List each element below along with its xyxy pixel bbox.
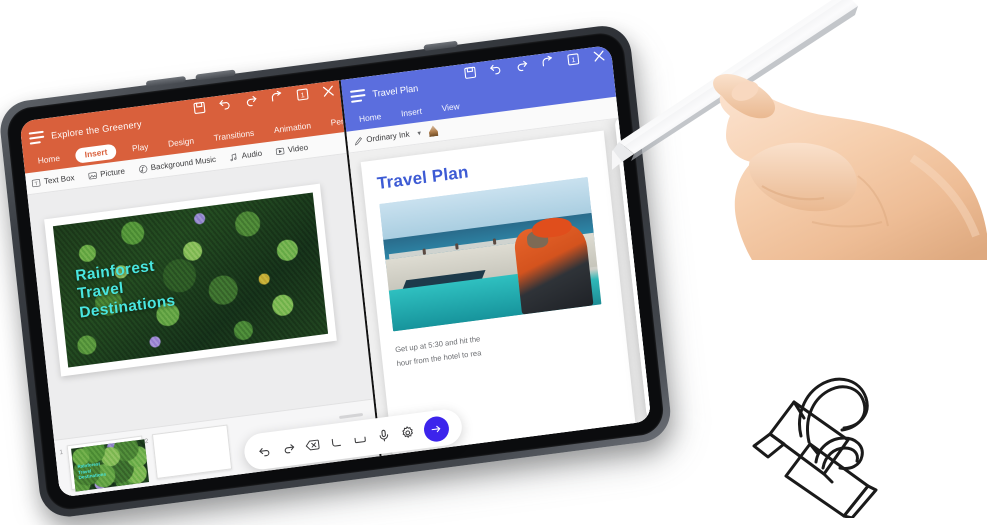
audio-icon [230,152,237,161]
ink-color-icon[interactable] [428,125,438,137]
tab-insert[interactable]: Insert [74,143,118,164]
page-view-icon[interactable]: 1 [565,51,581,68]
ribbon-text-box[interactable]: T Text Box [31,173,75,189]
document-app-window: Travel Plan 1 Home Insert View Ordinary … [338,44,652,457]
presentation-header-actions: 1 [191,83,336,117]
slide-thumbnail-1[interactable]: 1 Rainforest Travel Destinations [59,435,150,492]
tab-design[interactable]: Design [163,133,198,151]
svg-text:1: 1 [571,57,576,64]
undo-icon[interactable] [488,61,504,78]
tab-animation[interactable]: Animation [269,118,315,138]
chevron-down-icon[interactable]: ▾ [417,129,421,137]
svg-text:1: 1 [300,92,305,99]
tab-view[interactable]: View [437,98,464,115]
slide-thumbnail-1-title: Rainforest Travel Destinations [77,461,106,481]
pen-icon [354,136,362,146]
microphone-icon[interactable] [375,427,391,444]
volume-down-button[interactable] [195,69,236,81]
ribbon-picture-label: Picture [99,166,126,179]
ribbon-picture[interactable]: Picture [87,166,126,181]
tab-home[interactable]: Home [33,150,65,168]
document-page[interactable]: Travel Plan Get up at 5:30 and hit the h… [360,130,638,456]
close-icon[interactable] [591,48,607,65]
power-button[interactable] [423,40,458,52]
enter-icon[interactable] [328,433,344,450]
picture-icon [88,171,97,179]
redo-icon[interactable] [514,58,530,75]
save-icon[interactable] [191,100,207,117]
redo-icon[interactable] [281,439,297,456]
ribbon-pen-tool[interactable]: Ordinary Ink [353,129,410,146]
hand [713,74,987,260]
slide-editor-card[interactable]: Rainforest Travel Destinations [44,183,337,377]
slide-thumbnail-2-number: 2 [144,437,149,446]
hand-holding-stylus [612,0,987,260]
ribbon-text-box-label: Text Box [43,173,75,187]
save-icon[interactable] [462,64,478,81]
tab-play[interactable]: Play [127,139,153,156]
settings-gear-icon[interactable] [399,424,415,441]
slide-thumbnail-2[interactable]: 2 [144,424,233,480]
tab-home[interactable]: Home [354,109,386,127]
hamburger-menu-icon[interactable] [28,130,45,145]
screenshot-stage: Explore the Greenery 1 Home Insert Play … [0,0,987,525]
slide-thumbnail-1-number: 1 [59,448,64,457]
tablet-body: Explore the Greenery 1 Home Insert Play … [0,22,674,521]
close-icon[interactable] [320,83,336,100]
ribbon-video[interactable]: Video [274,142,309,156]
binder-clip-line-art [726,358,961,518]
tab-transitions[interactable]: Transitions [209,125,259,145]
ribbon-audio[interactable]: Audio [228,148,263,162]
document-image [379,177,602,332]
background-music-icon [138,164,147,173]
undo-icon[interactable] [217,96,233,113]
document-doc-title: Travel Plan [371,83,419,100]
tablet-device: Explore the Greenery 1 Home Insert Play … [0,22,682,525]
ribbon-pen-label: Ordinary Ink [365,129,411,145]
backspace-icon[interactable] [304,436,320,453]
ribbon-audio-label: Audio [241,148,263,161]
ribbon-video-label: Video [287,142,309,155]
share-icon[interactable] [539,54,555,71]
send-arrow-icon[interactable] [422,414,450,443]
svg-text:T: T [34,180,38,186]
space-icon[interactable] [352,430,368,447]
slideshow-icon[interactable]: 1 [294,86,310,103]
text-box-icon: T [31,178,41,187]
undo-icon[interactable] [257,442,273,459]
share-icon[interactable] [269,89,285,106]
tab-insert[interactable]: Insert [396,103,426,121]
volume-up-button[interactable] [145,75,187,88]
document-canvas[interactable]: Travel Plan Get up at 5:30 and hit the h… [348,118,652,456]
hamburger-menu-icon[interactable] [349,88,366,103]
video-icon [275,147,285,155]
document-header-actions: 1 [462,48,607,82]
redo-icon[interactable] [243,93,259,110]
ribbon-background-music-label: Background Music [150,154,217,173]
